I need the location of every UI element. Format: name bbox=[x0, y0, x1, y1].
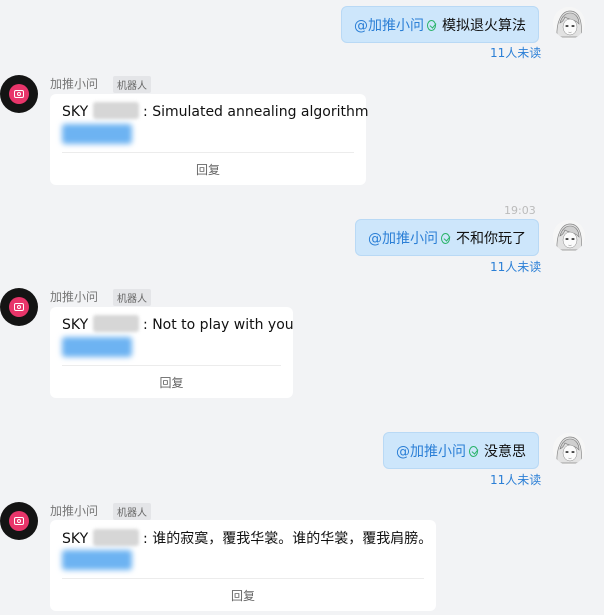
sent-message-bubble[interactable]: @加推小问 不和你玩了 bbox=[355, 219, 539, 256]
unread-count[interactable]: 11人未读 bbox=[490, 471, 541, 488]
camera-icon bbox=[9, 84, 29, 104]
timestamp: 19:03 bbox=[504, 204, 536, 217]
bot-avatar[interactable] bbox=[0, 288, 38, 326]
sender-prefix: SKY bbox=[62, 104, 89, 120]
user-avatar[interactable] bbox=[553, 7, 585, 39]
mention-link[interactable]: @加推小问 bbox=[396, 441, 466, 461]
bot-tag: 机器人 bbox=[113, 76, 151, 93]
redacted-name bbox=[92, 315, 139, 332]
sender-prefix: SKY bbox=[62, 317, 89, 333]
message-text: 不和你玩了 bbox=[456, 230, 526, 247]
message-text: 模拟退火算法 bbox=[442, 17, 526, 34]
camera-icon bbox=[9, 511, 29, 531]
divider bbox=[62, 152, 354, 153]
sender-name: 加推小问 bbox=[50, 504, 99, 518]
bot-tag: 机器人 bbox=[113, 503, 151, 520]
bot-message-card: SKY : 谁的寂寞，覆我华裳。谁的华裳，覆我肩膀。 回复 bbox=[50, 520, 436, 611]
anime-girl-avatar-icon bbox=[553, 220, 585, 252]
reply-button[interactable]: 回复 bbox=[50, 161, 366, 178]
sender-name: 加推小问 bbox=[50, 290, 99, 304]
redacted-name bbox=[92, 529, 139, 546]
message-text: 没意思 bbox=[484, 443, 526, 460]
unread-count[interactable]: 11人未读 bbox=[490, 44, 541, 61]
reply-button[interactable]: 回复 bbox=[50, 374, 293, 391]
camera-icon bbox=[9, 297, 29, 317]
message-text: : 谁的寂寞，覆我华裳。谁的华裳，覆我肩膀。 bbox=[143, 531, 433, 547]
redacted-name bbox=[92, 102, 139, 119]
redacted-content bbox=[62, 337, 132, 357]
divider bbox=[62, 578, 424, 579]
user-avatar[interactable] bbox=[553, 220, 585, 252]
anime-girl-avatar-icon bbox=[553, 7, 585, 39]
verified-check-icon bbox=[427, 20, 436, 31]
reply-button[interactable]: 回复 bbox=[50, 587, 436, 604]
bot-avatar[interactable] bbox=[0, 75, 38, 113]
bot-tag: 机器人 bbox=[113, 289, 151, 306]
verified-check-icon bbox=[469, 446, 478, 457]
bot-message-card: SKY : Simulated annealing algorithm 回复 bbox=[50, 94, 369, 185]
anime-girl-avatar-icon bbox=[553, 433, 585, 465]
redacted-content bbox=[62, 550, 132, 570]
bot-avatar[interactable] bbox=[0, 502, 38, 540]
sent-message-bubble[interactable]: @加推小问 没意思 bbox=[383, 432, 539, 469]
user-avatar[interactable] bbox=[553, 433, 585, 465]
sender-prefix: SKY bbox=[62, 531, 89, 547]
message-text: : Simulated annealing algorithm bbox=[143, 104, 369, 120]
redacted-content bbox=[62, 124, 132, 144]
sent-message-bubble[interactable]: @加推小问 模拟退火算法 bbox=[341, 6, 539, 43]
bot-message-card: SKY : Not to play with you 回复 bbox=[50, 307, 294, 398]
verified-check-icon bbox=[441, 233, 450, 244]
sender-name: 加推小问 bbox=[50, 77, 99, 91]
divider bbox=[62, 365, 281, 366]
message-text: : Not to play with you bbox=[143, 317, 294, 333]
unread-count[interactable]: 11人未读 bbox=[490, 258, 541, 275]
mention-link[interactable]: @加推小问 bbox=[354, 15, 424, 35]
mention-link[interactable]: @加推小问 bbox=[368, 228, 438, 248]
